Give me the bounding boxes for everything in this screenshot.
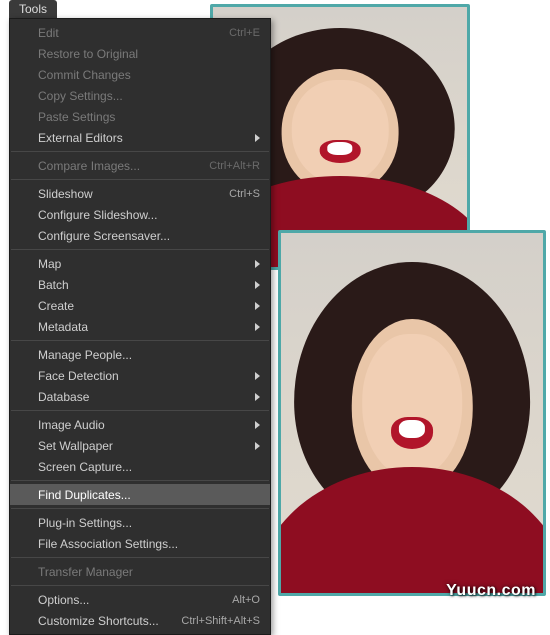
menu-item-label: Set Wallpaper <box>38 439 249 453</box>
menu-item-batch[interactable]: Batch <box>10 274 270 295</box>
menu-item-label: Plug-in Settings... <box>38 516 260 530</box>
menu-item-edit: Edit Ctrl+E <box>10 22 270 43</box>
menu-item-label: Options... <box>38 593 224 607</box>
menu-item-configure-slideshow[interactable]: Configure Slideshow... <box>10 204 270 225</box>
menu-item-label: Configure Screensaver... <box>38 229 260 243</box>
submenu-arrow-icon <box>255 393 260 401</box>
submenu-arrow-icon <box>255 281 260 289</box>
menu-item-image-audio[interactable]: Image Audio <box>10 414 270 435</box>
menu-item-label: Metadata <box>38 320 249 334</box>
menu-item-map[interactable]: Map <box>10 253 270 274</box>
tools-menu: Edit Ctrl+E Restore to Original Commit Chan… <box>9 18 271 635</box>
menu-item-label: Customize Shortcuts... <box>38 614 173 628</box>
menu-item-label: Paste Settings <box>38 110 260 124</box>
menu-separator <box>11 585 269 586</box>
menu-item-shortcut: Ctrl+Alt+R <box>209 160 260 172</box>
menu-item-shortcut: Ctrl+S <box>229 188 260 200</box>
menu-item-label: Slideshow <box>38 187 221 201</box>
menu-item-copy-settings: Copy Settings... <box>10 85 270 106</box>
menu-item-screen-capture[interactable]: Screen Capture... <box>10 456 270 477</box>
menu-item-commit-changes: Commit Changes <box>10 64 270 85</box>
submenu-arrow-icon <box>255 302 260 310</box>
submenu-arrow-icon <box>255 421 260 429</box>
submenu-arrow-icon <box>255 442 260 450</box>
menu-item-manage-people[interactable]: Manage People... <box>10 344 270 365</box>
menu-item-label: Map <box>38 257 249 271</box>
menu-separator <box>11 179 269 180</box>
menu-item-plug-in-settings[interactable]: Plug-in Settings... <box>10 512 270 533</box>
menu-item-shortcut: Ctrl+Shift+Alt+S <box>181 615 260 627</box>
menu-item-options[interactable]: Options... Alt+O <box>10 589 270 610</box>
menu-item-restore-to-original: Restore to Original <box>10 43 270 64</box>
menu-item-compare-images: Compare Images... Ctrl+Alt+R <box>10 155 270 176</box>
menu-item-label: Configure Slideshow... <box>38 208 260 222</box>
submenu-arrow-icon <box>255 260 260 268</box>
menu-item-label: Database <box>38 390 249 404</box>
menu-separator <box>11 151 269 152</box>
menu-separator <box>11 557 269 558</box>
menu-item-external-editors[interactable]: External Editors <box>10 127 270 148</box>
menu-separator <box>11 249 269 250</box>
menu-item-shortcut: Alt+O <box>232 594 260 606</box>
menu-item-paste-settings: Paste Settings <box>10 106 270 127</box>
menu-item-slideshow[interactable]: Slideshow Ctrl+S <box>10 183 270 204</box>
menu-item-label: Screen Capture... <box>38 460 260 474</box>
menu-item-label: Copy Settings... <box>38 89 260 103</box>
menu-item-label: File Association Settings... <box>38 537 260 551</box>
thumbnail-photo-2 <box>278 230 546 596</box>
menu-item-create[interactable]: Create <box>10 295 270 316</box>
menu-item-label: Find Duplicates... <box>38 488 260 502</box>
menu-separator <box>11 340 269 341</box>
menu-item-label: Face Detection <box>38 369 249 383</box>
menu-item-label: Compare Images... <box>38 159 201 173</box>
menu-separator <box>11 508 269 509</box>
menu-item-face-detection[interactable]: Face Detection <box>10 365 270 386</box>
menu-item-label: Manage People... <box>38 348 260 362</box>
menu-item-label: Create <box>38 299 249 313</box>
menu-item-label: Transfer Manager <box>38 565 260 579</box>
menu-item-label: External Editors <box>38 131 249 145</box>
menu-item-shortcut: Ctrl+E <box>229 27 260 39</box>
menu-item-customize-shortcuts[interactable]: Customize Shortcuts... Ctrl+Shift+Alt+S <box>10 610 270 631</box>
menu-item-database[interactable]: Database <box>10 386 270 407</box>
menu-item-find-duplicates[interactable]: Find Duplicates... <box>10 484 270 505</box>
menu-item-file-association-settings[interactable]: File Association Settings... <box>10 533 270 554</box>
menu-separator <box>11 410 269 411</box>
menu-separator <box>11 480 269 481</box>
submenu-arrow-icon <box>255 134 260 142</box>
menu-item-label: Batch <box>38 278 249 292</box>
menu-item-metadata[interactable]: Metadata <box>10 316 270 337</box>
submenu-arrow-icon <box>255 372 260 380</box>
menu-item-label: Restore to Original <box>38 47 260 61</box>
menu-item-label: Edit <box>38 26 221 40</box>
menu-item-label: Image Audio <box>38 418 249 432</box>
menu-tab-tools[interactable]: Tools <box>9 0 57 18</box>
menu-item-configure-screensaver[interactable]: Configure Screensaver... <box>10 225 270 246</box>
menu-item-label: Commit Changes <box>38 68 260 82</box>
menu-item-set-wallpaper[interactable]: Set Wallpaper <box>10 435 270 456</box>
menu-item-transfer-manager: Transfer Manager <box>10 561 270 582</box>
submenu-arrow-icon <box>255 323 260 331</box>
